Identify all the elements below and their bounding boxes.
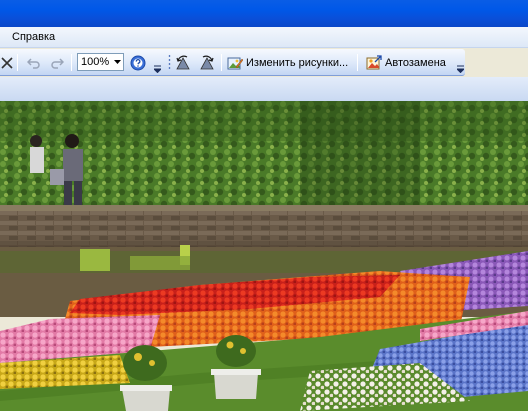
title-bar xyxy=(0,0,528,27)
edit-picture-label: Изменить рисунки... xyxy=(246,56,349,69)
separator xyxy=(357,54,358,71)
toolbar-overflow-button[interactable] xyxy=(152,58,162,73)
autocorrect-button[interactable]: Автозамена xyxy=(366,53,446,72)
redo-button[interactable] xyxy=(47,52,67,73)
zoom-value: 100% xyxy=(81,56,110,68)
toolbar-lower-strip xyxy=(0,77,528,101)
rotate-right-icon xyxy=(200,55,214,69)
separator xyxy=(17,54,18,71)
edit-picture-icon xyxy=(227,57,243,69)
garden-photo xyxy=(0,101,528,411)
close-icon xyxy=(1,56,13,69)
close-button[interactable] xyxy=(0,52,14,73)
autocorrect-icon xyxy=(366,54,382,69)
zoom-select[interactable]: 100% xyxy=(77,53,124,71)
separator xyxy=(221,54,222,71)
autocorrect-label: Автозамена xyxy=(385,56,446,69)
edit-picture-button[interactable]: Изменить рисунки... xyxy=(227,53,348,72)
toolbar-grip[interactable] xyxy=(168,54,171,71)
menu-help[interactable]: Справка xyxy=(9,31,58,43)
toolbar-overflow-button[interactable] xyxy=(455,58,465,73)
rotate-right-button[interactable] xyxy=(196,52,216,73)
overflow-chevron-icon xyxy=(456,65,464,73)
dropdown-arrow-icon[interactable] xyxy=(112,54,123,70)
redo-icon xyxy=(51,57,64,69)
menu-bar: Справка xyxy=(0,27,528,48)
help-icon xyxy=(130,55,146,70)
photo-image xyxy=(0,101,528,411)
help-button[interactable] xyxy=(128,52,148,73)
undo-icon xyxy=(27,57,40,69)
rotate-left-button[interactable] xyxy=(174,52,194,73)
overflow-chevron-icon xyxy=(153,65,161,73)
undo-button[interactable] xyxy=(24,52,44,73)
separator xyxy=(71,54,72,71)
rotate-left-icon xyxy=(176,55,190,69)
